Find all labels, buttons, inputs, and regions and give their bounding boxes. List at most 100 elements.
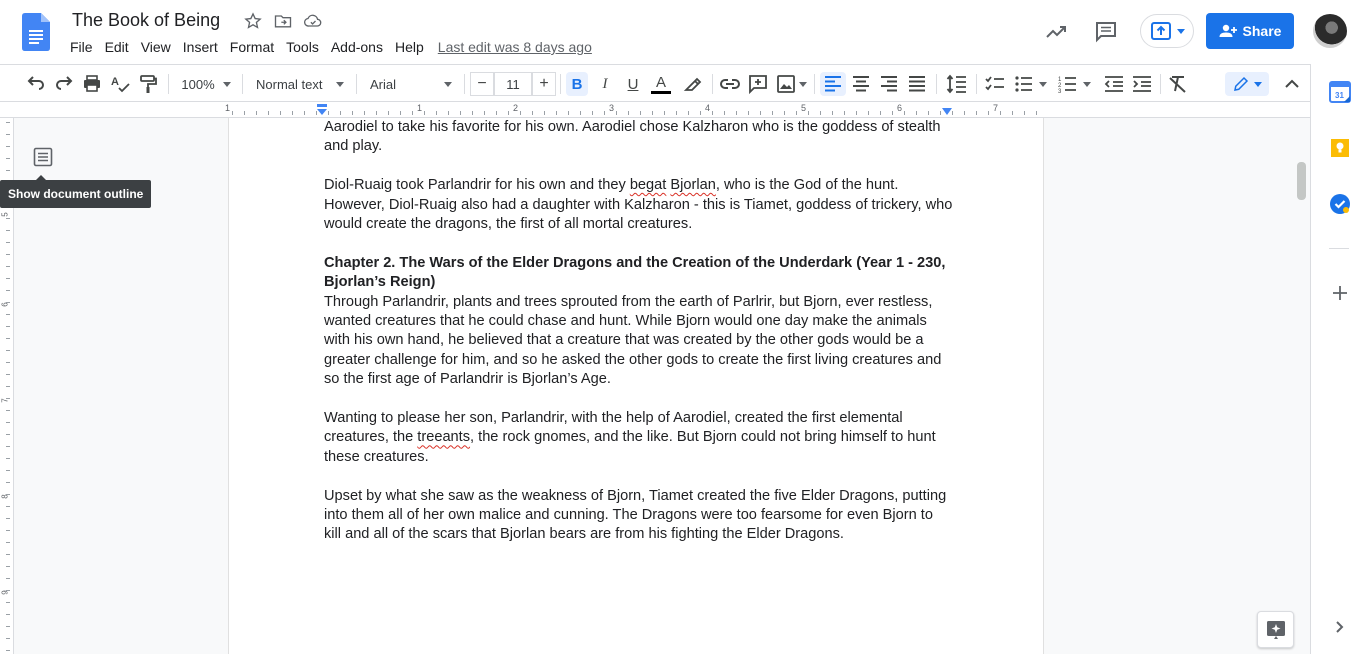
align-justify-icon[interactable]: [904, 72, 930, 96]
left-indent-marker-icon[interactable]: [316, 104, 328, 116]
clear-formatting-icon[interactable]: [1166, 72, 1190, 96]
tasks-icon[interactable]: [1329, 193, 1351, 215]
ruler-tick: [616, 111, 617, 115]
line-spacing-icon[interactable]: [944, 72, 970, 96]
ruler-tick: [364, 111, 365, 115]
account-avatar[interactable]: [1313, 14, 1347, 48]
calendar-icon[interactable]: 31: [1329, 81, 1351, 103]
comment-history-icon[interactable]: [1094, 19, 1118, 43]
underline-button[interactable]: U: [622, 72, 644, 96]
keep-notes-icon[interactable]: [1329, 137, 1351, 159]
ruler-tick: [880, 111, 881, 115]
ruler-tick: [664, 111, 665, 115]
ruler-tick: [700, 111, 701, 115]
text-color-button[interactable]: A: [650, 72, 672, 96]
paragraph: Aarodiel to take his favorite for his ow…: [324, 119, 941, 155]
bulleted-list-icon[interactable]: [1012, 72, 1036, 96]
redo-icon[interactable]: [52, 72, 76, 96]
paragraph-style-select[interactable]: Normal text: [250, 72, 346, 96]
decrease-indent-icon[interactable]: [1102, 72, 1126, 96]
cloud-status-icon[interactable]: [303, 11, 323, 31]
bold-button[interactable]: B: [566, 72, 588, 96]
ruler-tick: [424, 111, 425, 115]
chevron-down-icon[interactable]: [798, 72, 808, 96]
vruler-tick: [6, 518, 10, 519]
activity-trend-icon[interactable]: [1044, 20, 1068, 44]
scrollbar-thumb[interactable]: [1297, 162, 1306, 200]
menu-edit[interactable]: Edit: [99, 39, 135, 55]
print-icon[interactable]: [80, 72, 104, 96]
present-icon: [1151, 22, 1171, 40]
menu-add-ons[interactable]: Add-ons: [325, 39, 389, 55]
ruler-tick: [904, 111, 905, 115]
svg-text:A: A: [111, 76, 119, 88]
move-to-folder-icon[interactable]: [273, 11, 293, 31]
document-body[interactable]: Aarodiel to take his favorite for his ow…: [324, 118, 954, 545]
vruler-tick: [6, 122, 10, 123]
menu-format[interactable]: Format: [224, 39, 280, 55]
menu-file[interactable]: File: [64, 39, 99, 55]
vruler-tick: [6, 386, 10, 387]
hide-menus-chevron-up-icon[interactable]: [1280, 72, 1304, 96]
chevron-down-icon[interactable]: [1038, 72, 1048, 96]
menu-tools[interactable]: Tools: [280, 39, 325, 55]
italic-button[interactable]: I: [594, 72, 616, 96]
ruler-tick: [592, 111, 593, 115]
decrease-font-size-button[interactable]: −: [470, 72, 494, 96]
increase-indent-icon[interactable]: [1130, 72, 1154, 96]
align-right-icon[interactable]: [876, 72, 902, 96]
insert-link-icon[interactable]: [718, 72, 742, 96]
checklist-icon[interactable]: [982, 72, 1008, 96]
paragraph: Wanting to please her son, Parlandrir, w…: [324, 409, 954, 467]
chevron-right-icon[interactable]: [1329, 616, 1351, 638]
vruler-tick: [6, 578, 10, 579]
present-button[interactable]: [1140, 14, 1194, 48]
spellcheck-icon[interactable]: A: [108, 72, 132, 96]
numbered-list-icon[interactable]: 123: [1056, 72, 1080, 96]
last-edit-link[interactable]: Last edit was 8 days ago: [438, 39, 592, 55]
add-addon-plus-icon[interactable]: [1329, 282, 1351, 304]
highlight-pen-icon[interactable]: [680, 72, 704, 96]
document-page[interactable]: Aarodiel to take his favorite for his ow…: [228, 118, 1044, 654]
ruler-tick: [508, 111, 509, 115]
calendar-day: 31: [1335, 91, 1344, 100]
explore-button[interactable]: [1257, 611, 1294, 648]
vruler-tick: [6, 398, 10, 399]
ruler-tick: [844, 111, 845, 115]
vruler-tick: [6, 506, 10, 507]
align-left-icon[interactable]: [820, 72, 846, 96]
document-title[interactable]: The Book of Being: [72, 10, 220, 31]
paragraph-style-value: Normal text: [256, 76, 323, 92]
menu-help[interactable]: Help: [389, 39, 430, 55]
chevron-down-icon: [1177, 29, 1185, 34]
horizontal-ruler[interactable]: 1 1 2 3 4 5 6 7: [0, 102, 1310, 118]
chevron-down-icon[interactable]: [1082, 72, 1092, 96]
vruler-tick: [6, 602, 10, 603]
font-family-select[interactable]: Arial: [364, 72, 460, 96]
increase-font-size-button[interactable]: +: [532, 72, 556, 96]
spelling-error[interactable]: Bjorlan: [670, 177, 715, 193]
menu-insert[interactable]: Insert: [177, 39, 224, 55]
insert-image-icon[interactable]: [774, 72, 798, 96]
outline-tooltip: Show document outline: [0, 175, 152, 208]
ruler-number: 6: [897, 103, 903, 113]
ruler-tick: [268, 111, 269, 115]
paint-format-icon[interactable]: [136, 72, 160, 96]
ruler-tick: [556, 111, 557, 115]
vruler-tick: [6, 242, 10, 243]
share-button[interactable]: Share: [1206, 13, 1294, 49]
editing-mode-button[interactable]: [1225, 72, 1269, 96]
spelling-error[interactable]: begat: [630, 177, 667, 193]
spelling-error[interactable]: treeants: [417, 429, 470, 445]
add-comment-icon[interactable]: [746, 72, 770, 96]
undo-icon[interactable]: [24, 72, 48, 96]
align-center-icon[interactable]: [848, 72, 874, 96]
zoom-select[interactable]: 100%: [176, 72, 236, 96]
document-outline-icon[interactable]: [32, 146, 54, 168]
star-icon[interactable]: [243, 11, 263, 31]
font-size-input[interactable]: 11: [494, 72, 532, 96]
menu-view[interactable]: View: [135, 39, 177, 55]
docs-logo-icon[interactable]: [22, 13, 50, 51]
ruler-tick: [712, 111, 713, 115]
ruler-tick: [772, 111, 773, 115]
